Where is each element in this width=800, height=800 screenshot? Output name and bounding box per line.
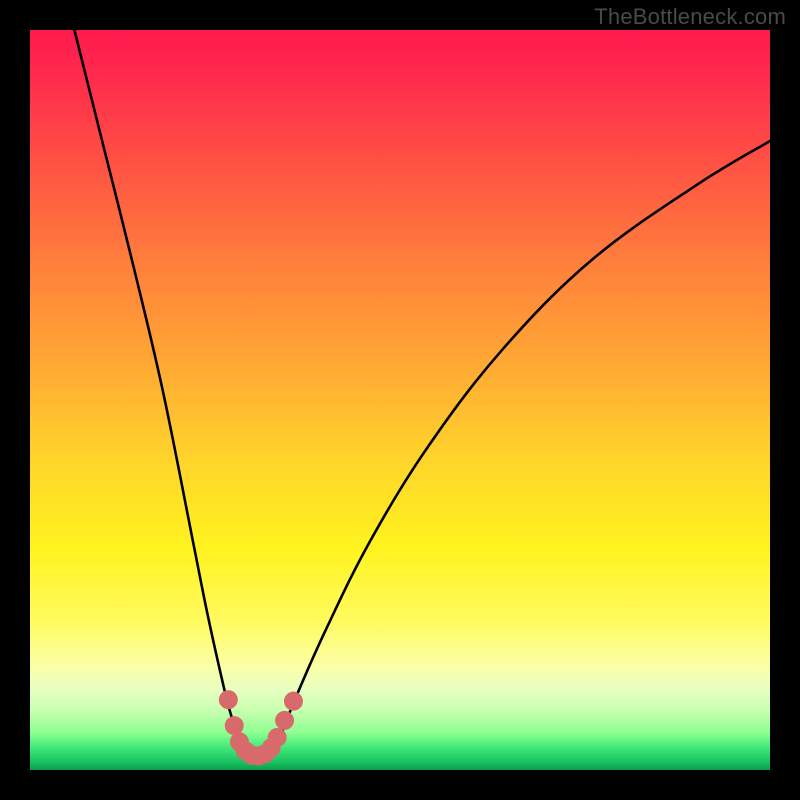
marker-dot [219,690,238,709]
bottleneck-curve [74,30,770,756]
marker-dot [225,716,244,735]
chart-svg [30,30,770,770]
marker-dot [268,728,287,747]
marker-dot [275,711,294,730]
optimal-range-markers [219,690,303,765]
marker-dot [284,692,303,711]
chart-frame: TheBottleneck.com [0,0,800,800]
watermark-text: TheBottleneck.com [594,4,786,30]
